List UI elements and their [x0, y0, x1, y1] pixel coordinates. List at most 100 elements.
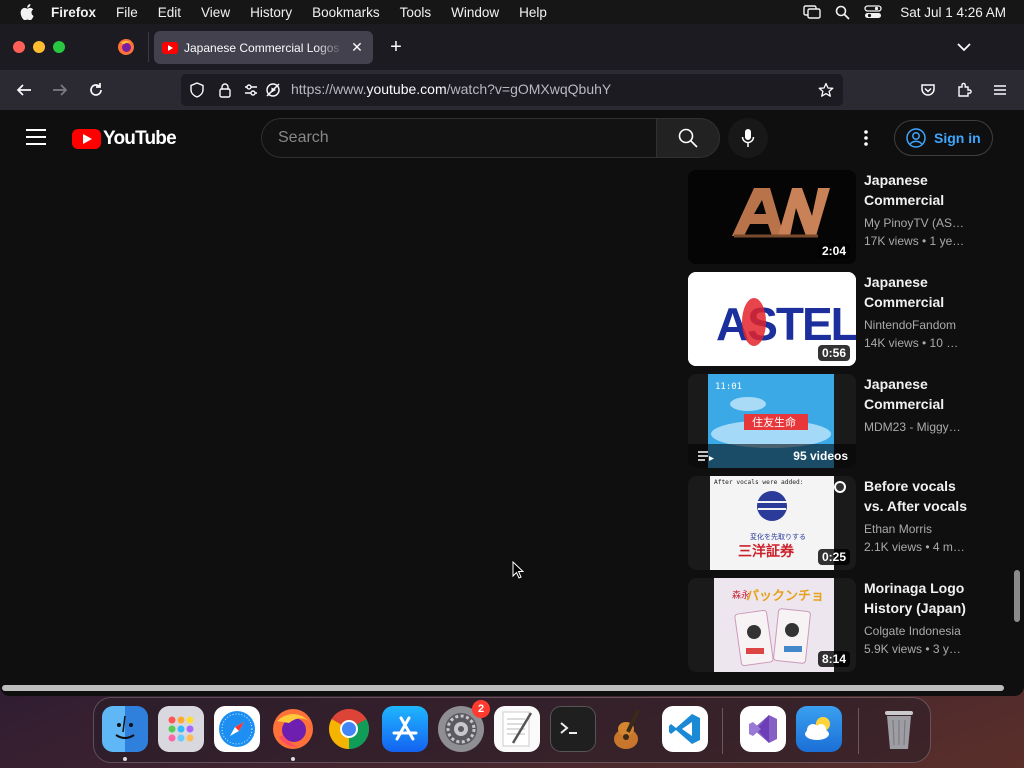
vertical-scrollbar[interactable] — [1014, 570, 1020, 622]
menu-history[interactable]: History — [250, 5, 292, 20]
video-title[interactable]: Morinaga Logo History (Japan) — [864, 578, 972, 618]
dock-separator — [858, 708, 859, 754]
spotlight-search-icon[interactable] — [835, 5, 850, 20]
search-box — [261, 118, 657, 158]
zoom-window-button[interactable] — [53, 41, 65, 53]
dock: 2 — [93, 697, 931, 763]
tab-close-icon[interactable]: ✕ — [349, 39, 365, 55]
desktop: Firefox File Edit View History Bookmarks… — [0, 0, 1024, 768]
permissions-icon[interactable] — [243, 82, 259, 98]
more-vertical-icon — [864, 130, 868, 146]
channel-name[interactable]: MDM23 - MiggyDM23 — [864, 420, 966, 434]
channel-name[interactable]: NintendoFandom — [864, 318, 966, 332]
video-title[interactable]: Japanese Commercial Logos — [864, 374, 972, 414]
autoplay-blocked-icon[interactable] — [265, 82, 281, 98]
garageband-icon[interactable] — [606, 706, 652, 752]
video-thumbnail[interactable]: ASTEL 0:56 — [688, 272, 856, 366]
menu-help[interactable]: Help — [519, 5, 547, 20]
url-bar[interactable]: https://www.youtube.com/watch?v=gOMXwqQb… — [181, 74, 843, 106]
menu-app-name[interactable]: Firefox — [51, 5, 96, 20]
menu-window[interactable]: Window — [451, 5, 499, 20]
app-menu-button[interactable] — [990, 80, 1010, 100]
sanyo-name-text: 三洋証券 — [738, 543, 795, 560]
video-duration: 0:56 — [817, 345, 850, 361]
video-title[interactable]: Japanese Commercial Logos of — [864, 272, 972, 312]
recommendation-item[interactable]: After vocals were added: 変化を先取りする 三洋証券 0… — [688, 476, 988, 570]
close-window-button[interactable] — [13, 41, 25, 53]
channel-name[interactable]: Colgate Indonesia — [864, 624, 966, 638]
firefox-view-icon[interactable] — [117, 38, 135, 56]
recommendation-item[interactable]: ASTEL 0:56 Japanese Commercial Logos of … — [688, 272, 988, 366]
tracking-protection-shield-icon[interactable] — [189, 82, 205, 98]
notification-badge: 2 — [472, 700, 490, 718]
finder-icon[interactable] — [102, 706, 148, 752]
video-title[interactable]: Before vocals vs. After vocals — [864, 476, 972, 516]
menu-view[interactable]: View — [201, 5, 230, 20]
menu-bookmarks[interactable]: Bookmarks — [312, 5, 380, 20]
minimize-window-button[interactable] — [33, 41, 45, 53]
morinaga-product-text: パックンチョ — [746, 589, 824, 604]
menu-clock[interactable]: Sat Jul 1 4:26 AM — [900, 5, 1006, 20]
thumbnail-timestamp: 11:01 — [715, 382, 742, 392]
control-center-icon[interactable] — [864, 5, 882, 19]
firefox-window: Japanese Commercial Logos of ✕ + https:/… — [0, 24, 1024, 696]
visual-studio-icon[interactable] — [740, 706, 786, 752]
app-store-icon[interactable] — [382, 706, 428, 752]
recommendation-item[interactable]: 森永 パックンチョ 8:14 Morinaga Logo History (Ja… — [688, 578, 988, 672]
video-thumbnail[interactable]: After vocals were added: 変化を先取りする 三洋証券 0… — [688, 476, 856, 570]
reload-button[interactable] — [86, 80, 106, 100]
youtube-favicon-icon — [162, 41, 178, 54]
list-all-tabs-chevron-icon[interactable] — [955, 39, 973, 55]
textedit-icon[interactable] — [494, 706, 540, 752]
terminal-icon[interactable] — [550, 706, 596, 752]
search-button[interactable] — [656, 118, 720, 158]
search-input[interactable] — [278, 128, 638, 148]
system-settings-icon[interactable]: 2 — [438, 700, 490, 752]
video-thumbnail[interactable]: 2:04 — [688, 170, 856, 264]
dock-separator — [722, 708, 723, 754]
lock-icon[interactable] — [217, 82, 233, 98]
tab-title: Japanese Commercial Logos of — [184, 40, 344, 55]
safari-icon[interactable] — [214, 706, 260, 752]
channel-name[interactable]: My PinoyTV (ASIA) — [864, 216, 966, 230]
menu-file[interactable]: File — [116, 5, 138, 20]
guide-menu-icon[interactable] — [26, 129, 46, 145]
video-thumbnail[interactable]: 森永 パックンチョ 8:14 — [688, 578, 856, 672]
bookmark-star-icon[interactable] — [818, 82, 834, 98]
search-icon — [678, 128, 698, 148]
sign-in-button[interactable]: Sign in — [894, 120, 993, 156]
url-text[interactable]: https://www.youtube.com/watch?v=gOMXwqQb… — [291, 81, 611, 97]
video-duration: 2:04 — [817, 243, 850, 259]
video-meta: 5.9K views • 3 years ago — [864, 642, 966, 656]
vscode-icon[interactable] — [662, 706, 708, 752]
video-title[interactable]: Japanese Commercial Logos of — [864, 170, 972, 210]
apple-menu-icon[interactable] — [17, 0, 37, 24]
settings-more-button[interactable] — [856, 118, 876, 158]
account-circle-icon — [906, 128, 926, 148]
trash-icon[interactable] — [876, 706, 922, 752]
voice-search-button[interactable] — [728, 118, 768, 158]
back-button[interactable] — [14, 80, 34, 100]
tab-youtube[interactable]: Japanese Commercial Logos of ✕ — [154, 31, 373, 64]
sanyo-tagline: 変化を先取りする — [750, 532, 806, 541]
mouse-cursor-icon — [512, 561, 524, 579]
playlist-thumbnail[interactable]: 11:01 住友生命 95 videos — [688, 374, 856, 468]
screen-mirroring-icon[interactable] — [803, 5, 821, 19]
horizontal-scrollbar[interactable] — [2, 685, 1004, 691]
new-tab-button[interactable]: + — [386, 37, 406, 57]
recommendation-playlist-item[interactable]: 11:01 住友生命 95 videos Japanese Commercial… — [688, 374, 988, 468]
weather-icon[interactable] — [796, 706, 842, 752]
menu-edit[interactable]: Edit — [158, 5, 181, 20]
recommendation-item[interactable]: 2:04 Japanese Commercial Logos of My Pin… — [688, 170, 988, 264]
menu-tools[interactable]: Tools — [400, 5, 432, 20]
launchpad-icon[interactable] — [158, 706, 204, 752]
pocket-button[interactable] — [918, 80, 938, 100]
firefox-icon[interactable] — [270, 706, 316, 752]
channel-name[interactable]: Ethan Morris — [864, 522, 966, 536]
playlist-video-count: 95 videos — [793, 449, 848, 463]
forward-button[interactable] — [50, 80, 70, 100]
extensions-button[interactable] — [954, 80, 974, 100]
youtube-logo[interactable]: YouTube — [72, 128, 177, 150]
astel-text: ASTEL — [716, 298, 856, 350]
chrome-icon[interactable] — [326, 706, 372, 752]
